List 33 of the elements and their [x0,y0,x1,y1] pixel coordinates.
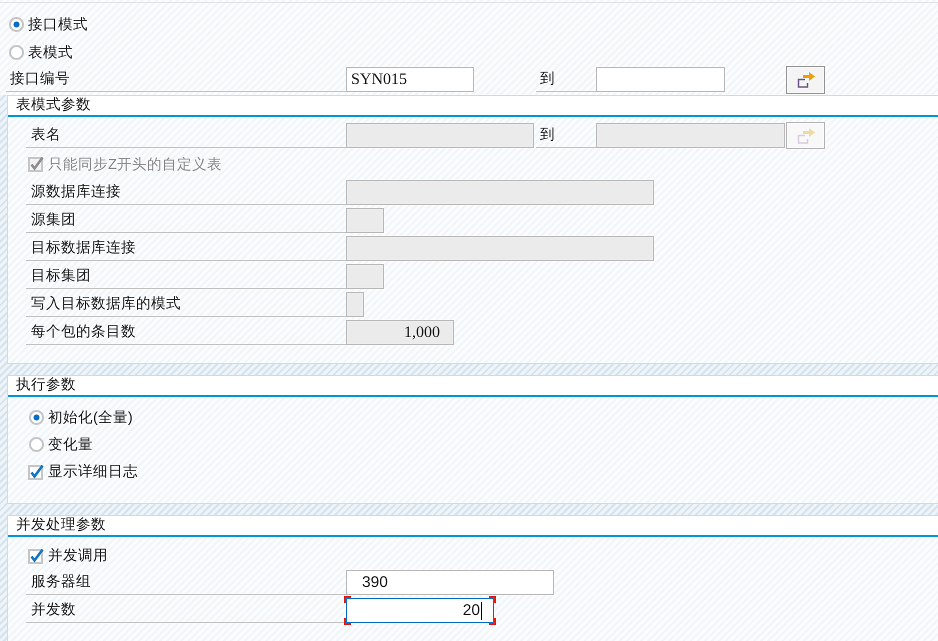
field-label: 目标数据库连接 [26,236,346,261]
input-field[interactable]: SYN015 [346,67,474,92]
radio-button[interactable] [9,16,24,32]
field-label: 源集团 [26,208,346,233]
radio-button[interactable] [29,437,44,452]
radio-button[interactable] [9,44,24,60]
radio-label[interactable]: 表模式 [28,42,73,62]
radio-label[interactable]: 初始化(全量) [48,408,133,427]
multiple-selection-button[interactable] [786,66,825,94]
input-field[interactable] [596,67,725,92]
field-label: 写入目标数据库的模式 [26,292,346,317]
field-label: 接口编号 [6,67,346,92]
field-label: 并发数 [26,598,346,623]
box-arrow-icon [796,128,814,144]
input-field[interactable]: 390 [346,570,554,595]
field-label: 源数据库连接 [26,180,346,205]
section-title: 并发处理参数 [16,517,106,533]
checkbox-label[interactable]: 并发调用 [48,546,108,565]
input-field[interactable]: 20 [344,596,496,625]
checkbox[interactable] [28,464,44,480]
checkbox[interactable] [28,548,44,564]
radio-button[interactable] [29,410,44,425]
section-title: 表模式参数 [16,97,91,113]
radio-label[interactable]: 变化量 [48,435,93,454]
section-title: 执行参数 [16,377,76,393]
radio-label[interactable]: 接口模式 [28,14,88,34]
field-label: 目标集团 [26,264,346,289]
text-cursor [481,602,482,620]
box-arrow-icon [796,72,814,88]
checkbox-label[interactable]: 显示详细日志 [48,462,138,481]
field-label: 表名 [26,123,346,148]
field-label: 每个包的条目数 [26,320,346,345]
field-label: 服务器组 [26,570,346,595]
